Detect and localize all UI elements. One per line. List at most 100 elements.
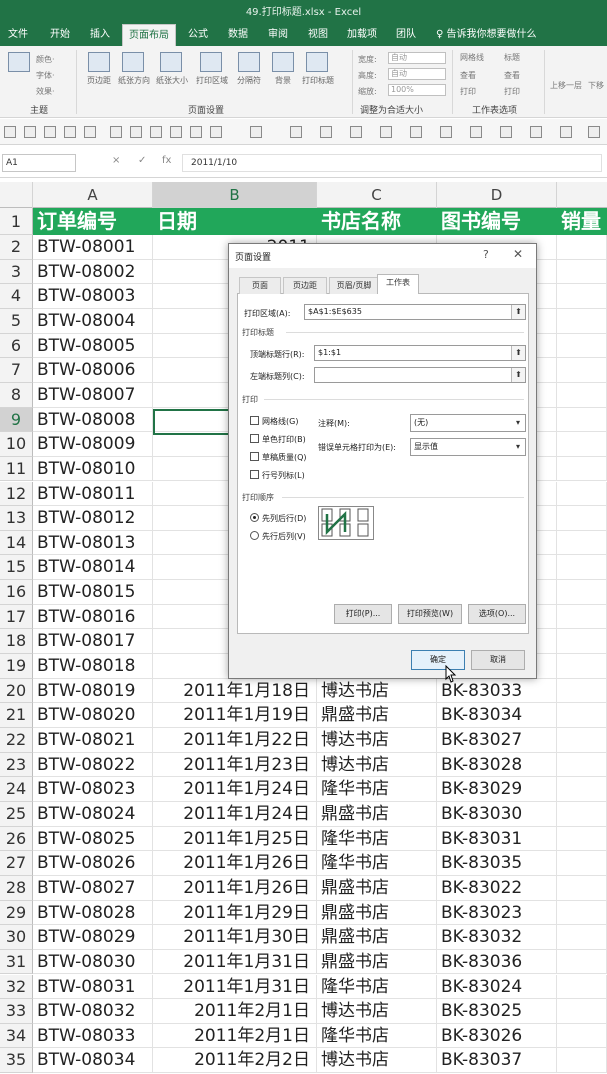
table-cell[interactable]: BK-83035 — [437, 851, 557, 876]
toolbar-icon[interactable] — [170, 126, 182, 138]
collapse-dialog-icon[interactable]: ⬆ — [511, 368, 525, 382]
table-cell[interactable] — [557, 974, 607, 1000]
table-cell[interactable] — [557, 604, 607, 630]
table-cell[interactable]: 2011年1月31日 — [153, 949, 317, 975]
table-cell[interactable]: BTW-08011 — [33, 481, 153, 507]
table-cell[interactable]: 2011年1月26日 — [153, 851, 317, 876]
table-cell[interactable]: BTW-08025 — [33, 826, 153, 852]
table-cell[interactable]: 2011年1月30日 — [153, 925, 317, 950]
table-cell[interactable] — [557, 481, 607, 507]
gridlines-view-checkbox[interactable]: 查看 — [460, 70, 476, 81]
print-area-button[interactable]: 打印区域 — [196, 52, 228, 94]
insert-function-icon[interactable]: fx — [162, 155, 171, 166]
row-header[interactable]: 14 — [0, 530, 33, 556]
toolbar-icon[interactable] — [350, 126, 362, 138]
tab-margins[interactable]: 页边距 — [283, 277, 327, 294]
tab-review[interactable]: 审阅 — [262, 24, 294, 46]
toolbar-icon[interactable] — [290, 126, 302, 138]
row-header[interactable]: 2 — [0, 235, 33, 260]
table-cell[interactable]: 2011年1月24日 — [153, 801, 317, 827]
toolbar-icon[interactable] — [64, 126, 76, 138]
table-cell[interactable]: 隆华书店 — [317, 826, 437, 852]
toolbar-icon[interactable] — [588, 126, 600, 138]
header-cell[interactable]: 日期 — [153, 208, 317, 235]
row-header[interactable]: 33 — [0, 999, 33, 1024]
table-cell[interactable]: 鼎盛书店 — [317, 949, 437, 975]
row-header[interactable]: 16 — [0, 580, 33, 605]
name-box[interactable]: A1 — [2, 154, 76, 172]
table-cell[interactable]: BK-83030 — [437, 801, 557, 827]
table-cell[interactable] — [557, 530, 607, 556]
table-cell[interactable]: BTW-08005 — [33, 333, 153, 359]
table-cell[interactable] — [557, 506, 607, 531]
toolbar-icon[interactable] — [440, 126, 452, 138]
table-cell[interactable]: BK-83029 — [437, 777, 557, 802]
table-cell[interactable]: BTW-08034 — [33, 1048, 153, 1074]
row-header[interactable]: 12 — [0, 481, 33, 507]
row-header[interactable]: 21 — [0, 703, 33, 728]
tab-view[interactable]: 视图 — [302, 24, 334, 46]
tab-team[interactable]: 团队 — [390, 24, 422, 46]
headings-print-checkbox[interactable]: 打印 — [504, 86, 520, 97]
help-icon[interactable]: ? — [483, 248, 489, 261]
options-button[interactable]: 选项(O)... — [468, 604, 526, 624]
comments-select[interactable]: (无) ▾ — [410, 414, 526, 432]
table-cell[interactable]: 博达书店 — [317, 678, 437, 704]
filter-icon[interactable] — [110, 126, 122, 138]
row-header[interactable]: 25 — [0, 801, 33, 827]
collapse-dialog-icon[interactable]: ⬆ — [511, 305, 525, 319]
table-cell[interactable] — [557, 801, 607, 827]
table-cell[interactable]: BTW-08007 — [33, 382, 153, 408]
toolbar-icon[interactable] — [320, 126, 332, 138]
row-header[interactable]: 24 — [0, 777, 33, 802]
table-cell[interactable]: 博达书店 — [317, 999, 437, 1024]
table-cell[interactable]: 2011年1月26日 — [153, 875, 317, 901]
tab-addins[interactable]: 加载项 — [342, 24, 382, 46]
send-backward-button[interactable]: 下移 — [588, 80, 604, 91]
tab-data[interactable]: 数据 — [222, 24, 254, 46]
table-cell[interactable]: BK-83023 — [437, 900, 557, 926]
table-cell[interactable]: 鼎盛书店 — [317, 925, 437, 950]
table-cell[interactable]: BK-83024 — [437, 974, 557, 1000]
table-cell[interactable]: BTW-08031 — [33, 974, 153, 1000]
tab-sheet[interactable]: 工作表 — [377, 274, 419, 295]
row-header[interactable]: 35 — [0, 1048, 33, 1074]
height-combo[interactable]: 自动 — [388, 68, 446, 80]
tab-header-footer[interactable]: 页眉/页脚 — [329, 277, 379, 294]
table-cell[interactable]: BTW-08008 — [33, 407, 153, 433]
toolbar-icon[interactable] — [4, 126, 16, 138]
tab-page-layout[interactable]: 页面布局 — [122, 24, 176, 46]
table-cell[interactable]: BK-83028 — [437, 752, 557, 778]
row-header[interactable]: 7 — [0, 358, 33, 383]
table-cell[interactable]: 鼎盛书店 — [317, 703, 437, 728]
tab-formulas[interactable]: 公式 — [182, 24, 214, 46]
table-cell[interactable]: 鼎盛书店 — [317, 900, 437, 926]
cell-errors-select[interactable]: 显示值 ▾ — [410, 438, 526, 456]
table-cell[interactable]: 2011年2月1日 — [153, 1023, 317, 1049]
column-header[interactable] — [557, 182, 607, 208]
table-cell[interactable] — [557, 949, 607, 975]
bring-forward-button[interactable]: 上移一层 — [550, 80, 582, 91]
table-cell[interactable]: BTW-08032 — [33, 999, 153, 1024]
toolbar-icon[interactable] — [190, 126, 202, 138]
table-cell[interactable] — [557, 456, 607, 482]
table-cell[interactable]: 隆华书店 — [317, 777, 437, 802]
row-header[interactable]: 22 — [0, 728, 33, 753]
tab-file[interactable]: 文件 — [2, 24, 34, 46]
table-cell[interactable] — [557, 851, 607, 876]
table-cell[interactable]: BTW-08006 — [33, 358, 153, 383]
table-cell[interactable]: BK-83031 — [437, 826, 557, 852]
table-cell[interactable] — [557, 826, 607, 852]
table-cell[interactable] — [557, 580, 607, 605]
table-cell[interactable] — [557, 703, 607, 728]
toolbar-icon[interactable] — [380, 126, 392, 138]
table-cell[interactable] — [557, 235, 607, 260]
table-cell[interactable]: BK-83037 — [437, 1048, 557, 1074]
top-rows-input[interactable]: $1:$1 ⬆ — [314, 345, 526, 361]
table-cell[interactable]: BTW-08026 — [33, 851, 153, 876]
row-header[interactable]: 30 — [0, 925, 33, 950]
table-cell[interactable] — [557, 999, 607, 1024]
row-header[interactable]: 32 — [0, 974, 33, 1000]
row-header[interactable]: 10 — [0, 432, 33, 457]
table-cell[interactable]: 鼎盛书店 — [317, 801, 437, 827]
